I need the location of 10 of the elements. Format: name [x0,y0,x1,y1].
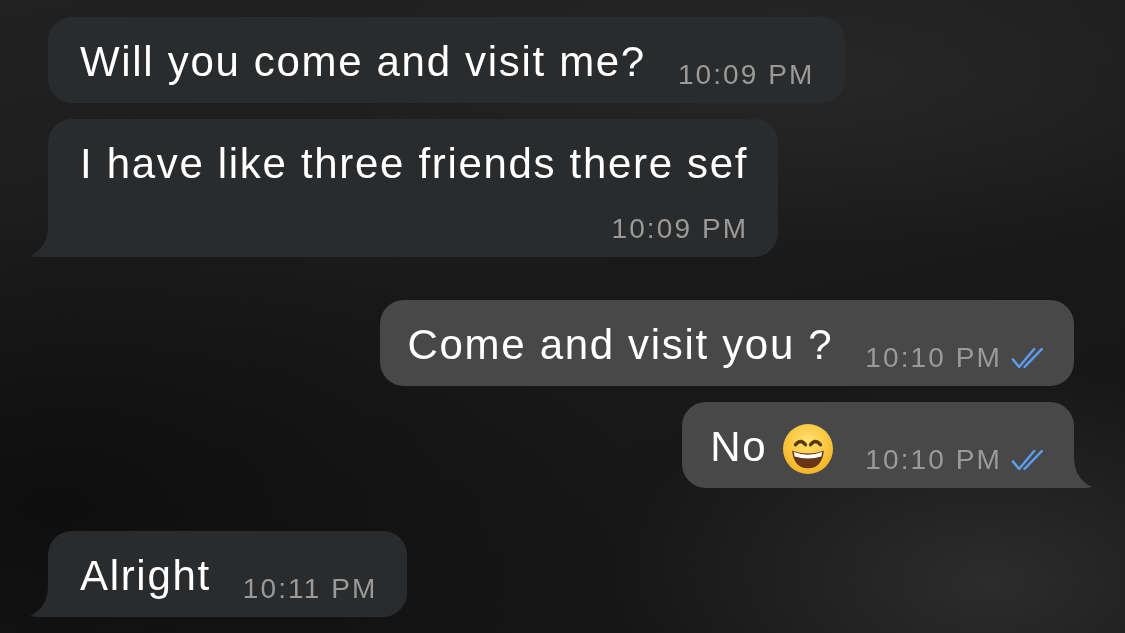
message-text: I have like three friends there sef [80,139,749,189]
message-time: 10:11 PM [242,573,378,605]
message-text: No [710,422,768,472]
message-time: 10:09 PM [677,59,815,91]
message-text: Alright [80,551,211,601]
message-time: 10:10 PM [865,444,1002,476]
message-time: 10:10 PM [865,342,1002,374]
message-text: Come and visit you ? [407,320,834,370]
message-text: Will you come and visit me? [80,37,646,87]
message-time: 10:09 PM [611,213,749,245]
